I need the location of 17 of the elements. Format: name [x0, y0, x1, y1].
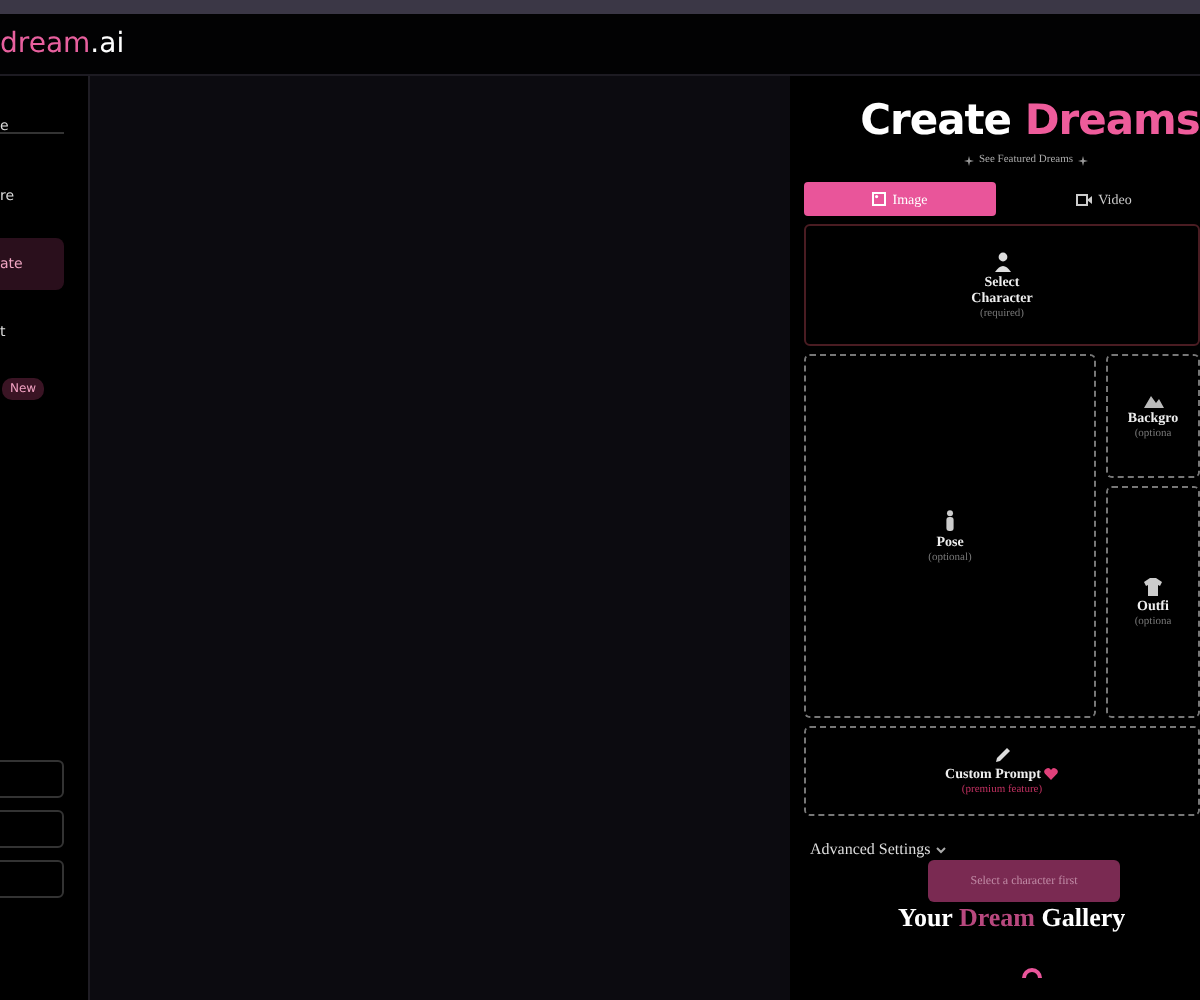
page-title: Create Dreams	[858, 96, 1200, 144]
mountains-icon	[1143, 392, 1163, 408]
advanced-settings-toggle[interactable]: Advanced Settings	[804, 840, 947, 858]
sidebar-button[interactable]	[0, 810, 64, 848]
figure-icon	[944, 509, 956, 531]
sparkle-icon	[964, 155, 975, 165]
sparkle-icon	[1077, 155, 1088, 165]
sidebar-button[interactable]	[0, 860, 64, 898]
logo[interactable]: dream.ai	[0, 28, 125, 60]
sidebar-button[interactable]	[0, 760, 64, 798]
person-icon	[993, 251, 1011, 271]
chevron-icon	[936, 845, 947, 853]
image-icon	[872, 192, 887, 206]
pencil-icon	[993, 746, 1011, 764]
gallery-title: Your Dream Gallery	[898, 902, 1128, 934]
video-camera-icon	[1076, 193, 1093, 205]
shirt-icon	[1144, 577, 1162, 595]
